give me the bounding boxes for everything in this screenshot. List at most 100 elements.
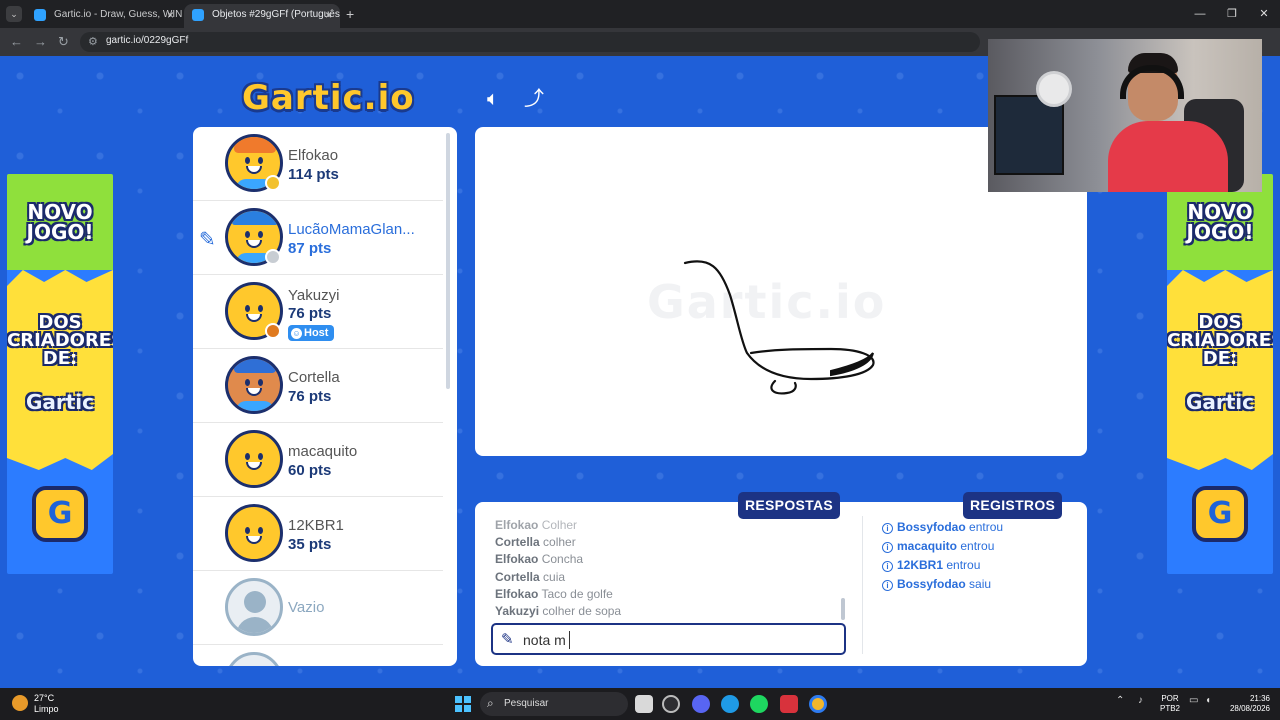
banner-creators-text: DOS CRIADORES DE: (7, 312, 113, 369)
player-card[interactable]: Elfokao 114 pts (193, 127, 443, 201)
url-field[interactable]: ⚙ gartic.io/0229gGFf (80, 32, 980, 52)
answer-message: Elfokao Colher (495, 518, 578, 532)
answers-log-panel: RESPOSTAS REGISTROS Elfokao Colher Corte… (475, 492, 1087, 666)
promo-banner-right[interactable]: NOVO JOGO! DOS CRIADORES DE: Gartic G (1167, 174, 1273, 574)
drawing-pencil-icon: ✎ (199, 229, 216, 251)
log-entry: i Bossyfodao entrou (882, 520, 1003, 534)
host-icon: ☺ (291, 328, 302, 339)
answer-input-box[interactable]: ✎ (491, 623, 846, 655)
avatar (225, 504, 283, 562)
back-icon[interactable]: ← (10, 34, 23, 49)
minimize-icon[interactable]: — (1184, 0, 1216, 28)
host-badge: ☺ Host (288, 325, 335, 341)
player-points: 60 pts (288, 462, 332, 479)
tray-chevron-icon[interactable]: ⌃ (1116, 695, 1124, 706)
empty-avatar-head (244, 591, 266, 613)
language-code: POR (1161, 694, 1179, 703)
search-icon: ⌕ (487, 696, 494, 710)
avatar-face (239, 445, 269, 473)
browser-tab[interactable]: Gartic.io - Draw, Guess, WIN × (26, 4, 182, 28)
windows-taskbar: 27°C Limpo ⌕ Pesquisar ⌃ ♪ POR PTB2 ▭ ◖ … (0, 688, 1280, 720)
status-dot (265, 323, 281, 339)
weather-temp: 27°C (34, 693, 55, 703)
avatar (225, 356, 283, 414)
webcam-person-shirt (1108, 121, 1228, 192)
webcam-overlay (988, 39, 1262, 192)
player-points: 76 pts (288, 305, 332, 322)
info-icon: i (882, 561, 893, 572)
clock-date: 28/08/2026 (1229, 704, 1270, 713)
webcam-monitor (994, 95, 1064, 175)
network-icon[interactable]: ▭ (1189, 695, 1198, 706)
new-tab-icon[interactable]: + (346, 6, 354, 22)
avatar-body (236, 475, 274, 485)
clock[interactable]: 21:36 28/08/2026 (1226, 694, 1270, 714)
answers-list: Elfokao Colher Cortella colher Elfokao C… (495, 518, 835, 622)
tab-respostas[interactable]: RESPOSTAS (738, 492, 841, 519)
avatar (225, 430, 283, 488)
taskbar-search[interactable]: ⌕ Pesquisar (480, 692, 628, 716)
url-text: gartic.io/0229gGFf (106, 35, 189, 46)
sound-icon[interactable]: 🔈︎ (480, 86, 506, 112)
player-name: Cortella (288, 369, 340, 386)
language-indicator[interactable]: POR PTB2 (1160, 694, 1180, 714)
chrome-icon[interactable] (809, 695, 827, 713)
empty-avatar-body (236, 617, 274, 633)
player-card[interactable]: ✎ LucãoMamaGlan... 87 pts (193, 201, 443, 275)
answer-message: Yakuzyi colher de sopa (495, 604, 622, 618)
microphone-icon[interactable]: ♪ (1138, 695, 1143, 706)
clock-time: 21:36 (1249, 694, 1270, 703)
gartic-logo[interactable]: Gartic.io (242, 78, 415, 118)
task-view-icon[interactable] (635, 695, 653, 713)
info-icon: i (882, 580, 893, 591)
browser-tab-bar: ⌄ Gartic.io - Draw, Guess, WIN × Objetos… (0, 0, 1280, 28)
banner-novo-text: NOVO JOGO! (26, 200, 94, 244)
player-card[interactable]: Cortella 76 pts (193, 349, 443, 423)
answers-scrollbar[interactable] (841, 598, 845, 620)
spotify-icon[interactable] (750, 695, 768, 713)
weather-icon[interactable] (12, 695, 28, 711)
log-entry: i macaquito entrou (882, 539, 994, 553)
restore-icon[interactable]: ❐ (1216, 0, 1248, 28)
reload-icon[interactable]: ↻ (58, 34, 69, 50)
player-card[interactable]: macaquito 60 pts (193, 423, 443, 497)
status-dot (265, 249, 281, 265)
close-tab-icon[interactable]: × (167, 4, 174, 26)
windows-start-icon[interactable] (455, 696, 471, 712)
tab-search-menu-icon[interactable]: ⌄ (6, 6, 22, 22)
players-scrollbar[interactable] (446, 133, 450, 389)
player-card[interactable]: 12KBR1 35 pts (193, 497, 443, 571)
info-icon: i (882, 542, 893, 553)
site-info-icon[interactable]: ⚙ (88, 35, 98, 48)
edge-icon[interactable] (721, 695, 739, 713)
banner-creators-text: DOS CRIADORES DE: (1167, 312, 1273, 369)
banner-novo-text: NOVO JOGO! (1186, 200, 1254, 244)
browser-tab-active[interactable]: Objetos #29gGFf (Português) - × (184, 4, 340, 28)
gartic-favicon-icon (192, 9, 204, 21)
player-card[interactable]: Yakuzyi 76 pts ☺ Host (193, 275, 443, 349)
close-tab-icon[interactable]: × (325, 4, 332, 26)
tab-registros[interactable]: REGISTROS (963, 492, 1063, 519)
close-window-icon[interactable]: ✕ (1248, 0, 1280, 28)
weather-widget[interactable]: 27°C Limpo (34, 693, 59, 715)
avatar-face (239, 519, 269, 547)
volume-icon[interactable]: ◖ (1205, 695, 1211, 706)
gartic-g-logo: G (32, 486, 88, 542)
player-card-empty: Vazio (193, 571, 443, 645)
avatar-face (239, 297, 269, 325)
answer-input[interactable] (523, 629, 823, 651)
player-card-empty (193, 645, 443, 666)
status-dot (265, 175, 281, 191)
share-icon[interactable]: ⤴ (521, 86, 547, 112)
player-name: LucãoMamaGlan... (288, 221, 415, 238)
obs-icon[interactable] (662, 695, 680, 713)
discord-icon[interactable] (692, 695, 710, 713)
forward-icon[interactable]: → (34, 34, 47, 49)
players-panel: Elfokao 114 pts ✎ LucãoMamaGlan... 87 pt… (193, 127, 457, 666)
gartic-favicon-icon (34, 9, 46, 21)
banner-burst (7, 270, 113, 470)
empty-avatar (225, 578, 283, 636)
promo-banner-left[interactable]: NOVO JOGO! DOS CRIADORES DE: Gartic G (7, 174, 113, 574)
log-entry: i 12KBR1 entrou (882, 558, 980, 572)
app-icon[interactable] (780, 695, 798, 713)
